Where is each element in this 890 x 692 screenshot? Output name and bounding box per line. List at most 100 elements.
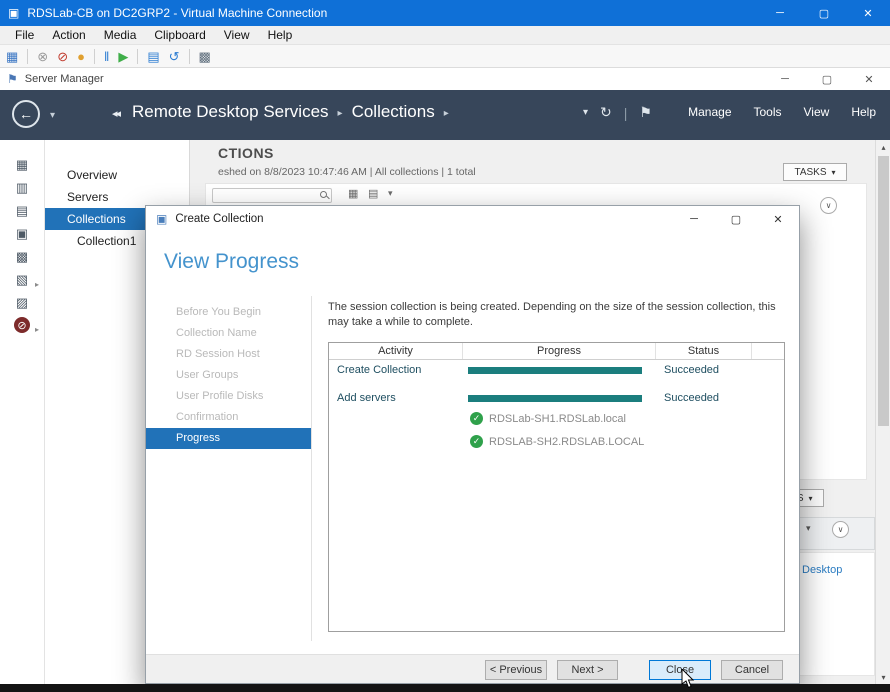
nav-item-overview[interactable]: Overview bbox=[45, 164, 189, 186]
vm-close-button[interactable]: ✕ bbox=[846, 0, 890, 26]
wizard-step-confirmation[interactable]: Confirmation bbox=[146, 407, 311, 428]
vm-window-bottom-edge bbox=[0, 684, 890, 692]
sm-maximize-button[interactable]: ▢ bbox=[806, 68, 848, 90]
menu-sm-help[interactable]: Help bbox=[851, 105, 876, 119]
server-manager-titlebar: ⚑ Server Manager ─ ▢ ✕ bbox=[0, 68, 890, 90]
all-servers-icon[interactable]: ▤ bbox=[13, 202, 31, 220]
status-label: Succeeded bbox=[664, 392, 719, 404]
events-icon[interactable]: ▨ bbox=[13, 294, 31, 312]
view-dropdown-icon[interactable]: ▾ bbox=[388, 188, 393, 199]
menu-tools[interactable]: Tools bbox=[754, 105, 782, 119]
turn-off-icon[interactable]: ⊗ bbox=[37, 50, 48, 63]
wizard-step-user-groups[interactable]: User Groups bbox=[146, 365, 311, 386]
collapse-panel-button[interactable]: ∨ bbox=[820, 197, 837, 214]
vm-minimize-button[interactable]: ─ bbox=[758, 0, 802, 26]
vm-maximize-button[interactable]: ▢ bbox=[802, 0, 846, 26]
dialog-maximize-button[interactable]: ▢ bbox=[715, 206, 757, 232]
menu-clipboard[interactable]: Clipboard bbox=[145, 28, 214, 42]
columns-icon[interactable]: ▤ bbox=[368, 187, 378, 200]
toolbar-separator bbox=[94, 49, 95, 64]
scope-dropdown-icon[interactable]: ▾ bbox=[583, 107, 588, 118]
scrollbar-thumb[interactable] bbox=[878, 156, 889, 426]
dialog-titlebar[interactable]: ▣ Create Collection ─ ▢ ✕ bbox=[146, 206, 799, 232]
scroll-down-icon[interactable]: ▾ bbox=[876, 670, 890, 684]
menu-help[interactable]: Help bbox=[259, 28, 302, 42]
page-refresh-meta: eshed on 8/8/2023 10:47:46 AM | All coll… bbox=[218, 166, 476, 178]
file-storage-icon[interactable]: ▣ bbox=[13, 225, 31, 243]
collections-rail-icon[interactable]: ▧ bbox=[13, 271, 31, 289]
menu-view[interactable]: View bbox=[215, 28, 259, 42]
previous-button[interactable]: < Previous bbox=[485, 660, 547, 680]
breadcrumb-collections[interactable]: Collections bbox=[352, 102, 435, 122]
start-icon[interactable]: ▶ bbox=[118, 50, 128, 63]
filter-input[interactable] bbox=[212, 188, 332, 203]
toolbar-separator bbox=[189, 49, 190, 64]
server-result-row: ✓ RDSLab-SH1.RDSLab.local bbox=[329, 409, 784, 431]
dialog-close-button[interactable]: ✕ bbox=[757, 206, 799, 232]
tasks-button[interactable]: TASKS ▾ bbox=[783, 163, 847, 181]
vm-toolbar: ▦ ⊗ ⊘ ● ‖ ▶ ▤ ↺ ▩ bbox=[0, 45, 890, 68]
ctrl-alt-del-icon[interactable]: ▦ bbox=[6, 50, 18, 63]
column-header-spacer bbox=[752, 343, 784, 359]
activity-label: Add servers bbox=[337, 392, 396, 404]
vm-titlebar: ▣ RDSLab-CB on DC2GRP2 - Virtual Machine… bbox=[0, 0, 890, 26]
search-icon bbox=[320, 191, 327, 198]
activity-label: Create Collection bbox=[337, 364, 421, 376]
notifications-flag-icon[interactable]: ⚑ bbox=[639, 104, 652, 121]
breadcrumb: Remote Desktop Services ▸ Collections ▸ bbox=[132, 102, 458, 122]
next-button[interactable]: Next > bbox=[557, 660, 618, 680]
refresh-icon[interactable]: ↻ bbox=[600, 104, 612, 121]
rail-flyout-icon[interactable]: ▸ bbox=[35, 325, 39, 334]
local-server-icon[interactable]: ▥ bbox=[13, 179, 31, 197]
vm-connection-window: ▣ RDSLab-CB on DC2GRP2 - Virtual Machine… bbox=[0, 0, 890, 692]
server-manager-app-icon: ⚑ bbox=[7, 72, 18, 86]
shut-down-icon[interactable]: ⊘ bbox=[57, 50, 68, 63]
error-badge-icon[interactable]: ⊘ bbox=[14, 317, 30, 333]
rail-flyout-icon[interactable]: ▸ bbox=[35, 280, 39, 289]
vm-menubar: File Action Media Clipboard View Help bbox=[0, 26, 890, 45]
left-icon-rail: ▦ ▥ ▤ ▣ ▩ ▧ ▨ ⊘ bbox=[0, 140, 45, 684]
filter-icon[interactable]: ▦ bbox=[348, 187, 358, 200]
sm-close-button[interactable]: ✕ bbox=[848, 68, 890, 90]
enhanced-session-icon[interactable]: ▩ bbox=[199, 50, 211, 63]
wizard-step-user-profile-disks[interactable]: User Profile Disks bbox=[146, 386, 311, 407]
menu-manage[interactable]: Manage bbox=[688, 105, 731, 119]
close-button[interactable]: Close bbox=[649, 660, 711, 680]
checkpoint-icon[interactable]: ▤ bbox=[147, 50, 159, 63]
cancel-button[interactable]: Cancel bbox=[721, 660, 783, 680]
nav-history-dropdown-icon[interactable]: ▾ bbox=[50, 110, 55, 121]
success-check-icon: ✓ bbox=[470, 435, 483, 448]
breadcrumb-rds[interactable]: Remote Desktop Services bbox=[132, 102, 329, 122]
wizard-step-rd-session-host[interactable]: RD Session Host bbox=[146, 344, 311, 365]
breadcrumb-collapse-icon[interactable]: ◂◂ bbox=[112, 107, 119, 120]
desktop-link[interactable]: Desktop bbox=[802, 564, 842, 576]
progress-bar bbox=[468, 367, 642, 374]
vertical-scrollbar[interactable]: ▴ ▾ bbox=[875, 140, 890, 684]
vmconnect-app-icon: ▣ bbox=[8, 6, 19, 20]
wizard-step-before-you-begin[interactable]: Before You Begin bbox=[146, 302, 311, 323]
wizard-step-collection-name[interactable]: Collection Name bbox=[146, 323, 311, 344]
page-title: CTIONS bbox=[218, 145, 274, 161]
back-button[interactable]: ← bbox=[12, 100, 40, 128]
create-collection-dialog: ▣ Create Collection ─ ▢ ✕ View Progress … bbox=[145, 205, 800, 684]
dialog-minimize-button[interactable]: ─ bbox=[673, 206, 715, 232]
wizard-divider bbox=[311, 296, 312, 641]
pause-icon[interactable]: ‖ bbox=[104, 50, 109, 63]
sm-minimize-button[interactable]: ─ bbox=[764, 68, 806, 90]
breadcrumb-separator-icon: ▸ bbox=[444, 108, 449, 119]
column-header-progress[interactable]: Progress bbox=[463, 343, 656, 359]
collapse-panel-button[interactable]: ∨ bbox=[832, 521, 849, 538]
column-header-activity[interactable]: Activity bbox=[329, 343, 463, 359]
wizard-step-progress[interactable]: Progress bbox=[146, 428, 311, 449]
scroll-up-icon[interactable]: ▴ bbox=[876, 140, 890, 154]
panel-dropdown-icon[interactable]: ▾ bbox=[806, 523, 811, 534]
column-header-status[interactable]: Status bbox=[656, 343, 752, 359]
dashboard-icon[interactable]: ▦ bbox=[13, 156, 31, 174]
save-state-icon[interactable]: ● bbox=[77, 50, 85, 63]
menu-sm-view[interactable]: View bbox=[804, 105, 830, 119]
remote-desktop-services-icon[interactable]: ▩ bbox=[13, 248, 31, 266]
menu-file[interactable]: File bbox=[6, 28, 43, 42]
menu-media[interactable]: Media bbox=[95, 28, 146, 42]
menu-action[interactable]: Action bbox=[43, 28, 94, 42]
revert-icon[interactable]: ↺ bbox=[169, 50, 180, 63]
